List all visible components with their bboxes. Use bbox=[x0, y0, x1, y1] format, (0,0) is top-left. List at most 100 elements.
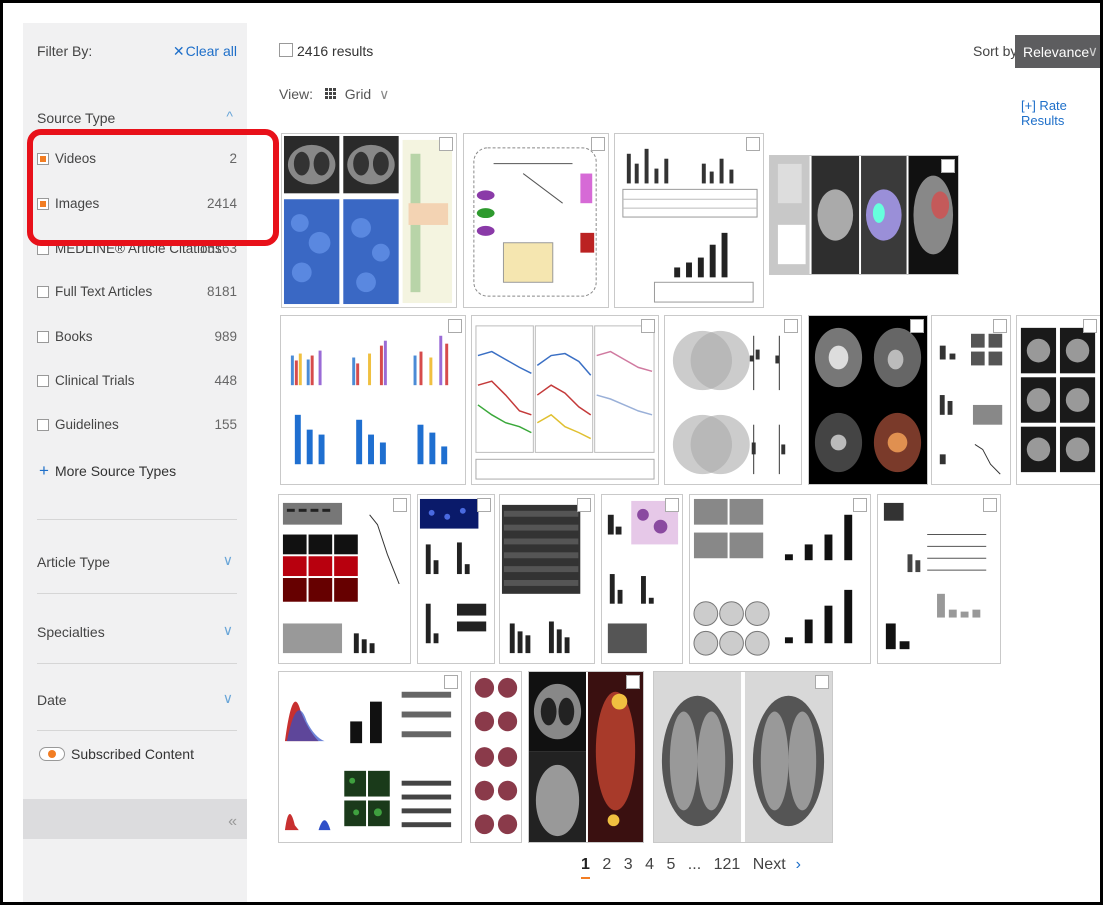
page-link[interactable]: 121 bbox=[714, 856, 741, 873]
specialties-title[interactable]: Specialties bbox=[37, 624, 105, 640]
result-thumbnail[interactable] bbox=[614, 133, 764, 308]
thumbnail-checkbox[interactable] bbox=[393, 498, 407, 512]
source-type-count: 2414 bbox=[206, 196, 237, 211]
result-thumbnail[interactable] bbox=[808, 315, 928, 485]
chevron-up-icon[interactable]: ^ bbox=[226, 108, 233, 124]
source-type-label: Images bbox=[55, 196, 100, 211]
ct-panel-image bbox=[809, 316, 927, 484]
books-checkbox[interactable] bbox=[37, 331, 49, 343]
result-thumbnail[interactable] bbox=[417, 494, 495, 664]
chevron-down-icon[interactable]: ∨ bbox=[223, 622, 233, 639]
source-type-label: Guidelines bbox=[55, 417, 119, 432]
thumbnail-checkbox[interactable] bbox=[439, 137, 453, 151]
thumbnail-checkbox[interactable] bbox=[815, 675, 829, 689]
result-thumbnail[interactable] bbox=[653, 671, 833, 843]
source-type-count: 15163 bbox=[199, 241, 237, 256]
source-type-count: 8181 bbox=[206, 284, 237, 299]
result-thumbnail[interactable] bbox=[280, 315, 466, 485]
videos-checkbox[interactable] bbox=[37, 153, 49, 165]
result-thumbnail[interactable] bbox=[470, 671, 522, 843]
result-thumbnail[interactable] bbox=[278, 494, 411, 664]
result-thumbnail[interactable] bbox=[281, 133, 457, 308]
page-link[interactable]: 2 bbox=[602, 856, 611, 873]
source-type-clinical-trials[interactable]: Clinical Trials 448 bbox=[37, 373, 237, 395]
thumbnail-checkbox[interactable] bbox=[784, 319, 798, 333]
result-thumbnail[interactable] bbox=[1016, 315, 1100, 485]
images-checkbox[interactable] bbox=[37, 198, 49, 210]
source-type-count: 155 bbox=[214, 417, 237, 432]
result-thumbnail[interactable] bbox=[278, 671, 462, 843]
chevron-down-icon: ∨ bbox=[379, 86, 390, 102]
sort-dropdown[interactable]: Relevance ∨ bbox=[1015, 35, 1100, 68]
toggle-switch[interactable] bbox=[39, 747, 65, 762]
medline-checkbox[interactable] bbox=[37, 243, 49, 255]
source-type-books[interactable]: Books 989 bbox=[37, 329, 237, 351]
source-type-guidelines[interactable]: Guidelines 155 bbox=[37, 417, 237, 439]
thumbnail-checkbox[interactable] bbox=[444, 675, 458, 689]
next-page-link[interactable]: Next › bbox=[753, 856, 809, 873]
result-thumbnail[interactable] bbox=[601, 494, 683, 664]
clinical-trials-checkbox[interactable] bbox=[37, 375, 49, 387]
thumbnail-checkbox[interactable] bbox=[910, 319, 924, 333]
sidebar-collapse-bar[interactable]: « bbox=[23, 799, 247, 839]
thumbnail-checkbox[interactable] bbox=[993, 319, 1007, 333]
chest-xray-image bbox=[654, 672, 832, 842]
result-thumbnail[interactable] bbox=[499, 494, 595, 664]
source-type-medline[interactable]: MEDLINE® Article Citations 15163 bbox=[37, 241, 237, 263]
guidelines-checkbox[interactable] bbox=[37, 419, 49, 431]
thumbnail-checkbox[interactable] bbox=[477, 498, 491, 512]
ct-scan-image bbox=[283, 135, 453, 305]
select-all-checkbox[interactable] bbox=[279, 43, 293, 57]
result-thumbnail[interactable] bbox=[689, 494, 871, 664]
figure-panel-image bbox=[883, 502, 987, 650]
result-thumbnail[interactable] bbox=[877, 494, 1001, 664]
subscribed-content-toggle[interactable]: Subscribed Content bbox=[39, 746, 194, 762]
more-source-types-link[interactable]: + More Source Types bbox=[39, 461, 176, 481]
view-selector[interactable]: View: Grid ∨ bbox=[279, 86, 389, 103]
thumbnail-checkbox[interactable] bbox=[448, 319, 462, 333]
source-type-images[interactable]: Images 2414 bbox=[37, 196, 237, 218]
page-frame: Filter By: ✕Clear all Source Type ^ Vide… bbox=[0, 0, 1103, 905]
chevron-down-icon[interactable]: ∨ bbox=[223, 552, 233, 569]
page-link[interactable]: 4 bbox=[645, 856, 654, 873]
thumbnail-checkbox[interactable] bbox=[641, 319, 655, 333]
grouped-bar-chart-image bbox=[290, 335, 449, 465]
result-thumbnail[interactable] bbox=[471, 315, 659, 485]
article-type-title[interactable]: Article Type bbox=[37, 554, 110, 570]
result-thumbnail[interactable] bbox=[528, 671, 644, 843]
thumbnail-checkbox[interactable] bbox=[1083, 319, 1097, 333]
double-chevron-left-icon[interactable]: « bbox=[228, 813, 237, 831]
date-title[interactable]: Date bbox=[37, 692, 67, 708]
clear-all-link[interactable]: ✕Clear all bbox=[173, 43, 237, 60]
result-thumbnail[interactable] bbox=[664, 315, 802, 485]
page-link[interactable]: 3 bbox=[624, 856, 633, 873]
chevron-down-icon[interactable]: ∨ bbox=[223, 690, 233, 707]
rate-results-link[interactable]: [+] Rate Results bbox=[1021, 98, 1100, 128]
source-type-full-text[interactable]: Full Text Articles 8181 bbox=[37, 284, 237, 306]
result-thumbnail[interactable] bbox=[931, 315, 1011, 485]
result-thumbnail[interactable] bbox=[463, 133, 609, 308]
divider bbox=[37, 519, 237, 520]
thumbnail-checkbox[interactable] bbox=[665, 498, 679, 512]
bar-chart-figure-image bbox=[622, 148, 758, 303]
flow-cytometry-image bbox=[284, 691, 452, 831]
thumbnail-checkbox[interactable] bbox=[941, 159, 955, 173]
source-type-videos[interactable]: Videos 2 bbox=[37, 151, 237, 173]
page-link-current[interactable]: 1 bbox=[581, 856, 590, 873]
source-type-label: Clinical Trials bbox=[55, 373, 135, 388]
ct-grid-image bbox=[1017, 316, 1100, 484]
source-type-label: MEDLINE® Article Citations bbox=[55, 241, 222, 256]
result-thumbnail[interactable] bbox=[769, 155, 959, 275]
thumbnail-checkbox[interactable] bbox=[746, 137, 760, 151]
thumbnail-checkbox[interactable] bbox=[853, 498, 867, 512]
results-count: 2416 results bbox=[279, 43, 373, 59]
full-text-checkbox[interactable] bbox=[37, 286, 49, 298]
thumbnail-checkbox[interactable] bbox=[577, 498, 591, 512]
page-link[interactable]: 5 bbox=[666, 856, 675, 873]
source-type-title[interactable]: Source Type bbox=[37, 110, 115, 126]
divider bbox=[37, 663, 237, 664]
thumbnail-checkbox[interactable] bbox=[591, 137, 605, 151]
thumbnail-checkbox[interactable] bbox=[626, 675, 640, 689]
pagination: 1 2 3 4 5 ... 121 Next › bbox=[581, 856, 817, 874]
thumbnail-checkbox[interactable] bbox=[983, 498, 997, 512]
